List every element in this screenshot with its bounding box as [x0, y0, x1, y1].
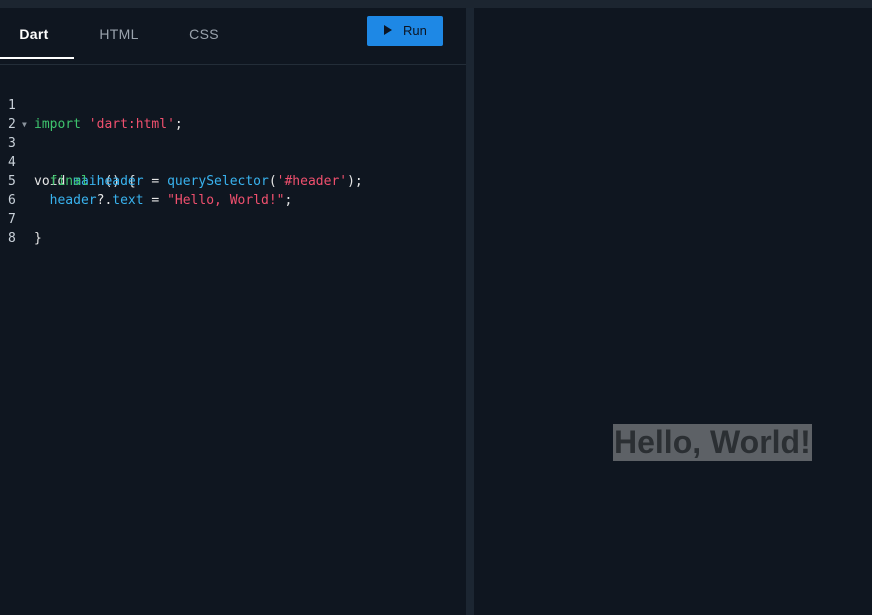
preview-heading: Hello, World! [613, 424, 812, 461]
tab-html[interactable]: HTML [86, 8, 152, 64]
code-editor[interactable]: 1 import 'dart:html'; 2 3 ▼ void main() … [0, 77, 466, 246]
play-icon [384, 25, 392, 35]
output-preview-pane: Hello, World! [474, 8, 872, 615]
code-line: 1 import 'dart:html'; [0, 77, 466, 132]
active-tab-indicator [0, 57, 74, 59]
line-number: 8 [8, 231, 16, 246]
fold-toggle-icon[interactable]: ▼ [22, 115, 27, 134]
run-button[interactable]: Run [367, 16, 443, 46]
editor-pane: Dart HTML CSS Run 1 import 'dart:html'; … [0, 8, 466, 615]
code-line: 4 final header = querySelector('#header'… [0, 134, 466, 189]
top-bar [0, 0, 872, 8]
editor-tab-bar: Dart HTML CSS Run [0, 8, 466, 65]
pane-splitter[interactable] [466, 8, 474, 615]
run-button-label: Run [403, 23, 427, 38]
code-line: 2 [0, 96, 466, 132]
code-line: 5 header?.text = "Hello, World!"; [0, 153, 466, 208]
tab-css[interactable]: CSS [176, 8, 232, 64]
code-line: 3 ▼ void main() { [0, 115, 466, 189]
code-line: 8 [0, 210, 466, 246]
code-line: 7 } [0, 191, 466, 246]
tab-dart[interactable]: Dart [0, 8, 68, 64]
code-line: 6 [0, 172, 466, 208]
